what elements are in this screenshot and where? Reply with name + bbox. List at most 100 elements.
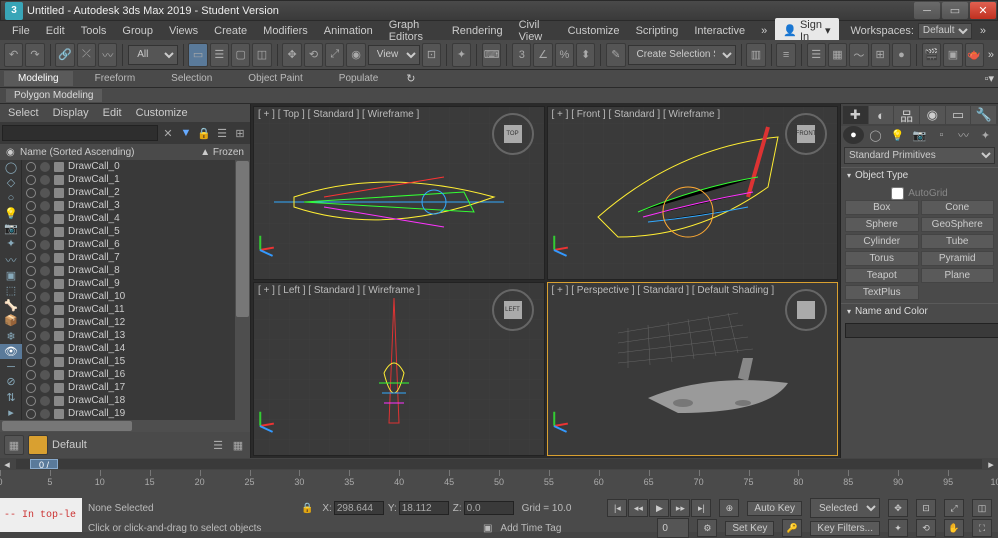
explorer-menu-edit[interactable]: Edit xyxy=(103,107,122,119)
key-target-select[interactable]: Selected xyxy=(810,498,880,518)
nav-icon-5[interactable]: ✦ xyxy=(888,519,908,537)
ribbon-tab-object-paint[interactable]: Object Paint xyxy=(234,71,316,86)
visibility-icon[interactable] xyxy=(26,357,36,367)
list-item[interactable]: DrawCall_15 xyxy=(22,355,250,368)
filter-group-icon[interactable]: ▣ xyxy=(0,268,22,283)
toggle-ribbon-button[interactable]: ▦ xyxy=(828,43,847,67)
create-tab[interactable]: ✚ xyxy=(843,106,868,124)
object-type-rollout-header[interactable]: Object Type xyxy=(841,167,998,183)
ribbon-tab-populate[interactable]: Populate xyxy=(325,71,392,86)
percent-snap-button[interactable]: % xyxy=(555,43,574,67)
list-item[interactable]: DrawCall_12 xyxy=(22,316,250,329)
frozen-icon[interactable] xyxy=(40,409,50,419)
create-tube-button[interactable]: Tube xyxy=(921,234,995,249)
prev-frame-button[interactable]: ◂◂ xyxy=(628,499,648,517)
create-cone-button[interactable]: Cone xyxy=(921,200,995,215)
visibility-icon[interactable] xyxy=(26,227,36,237)
explorer-columns[interactable]: ◉ Name (Sorted Ascending) ▲ Frozen xyxy=(0,144,250,160)
viewport-top[interactable]: [ + ] [ Top ] [ Standard ] [ Wireframe ]… xyxy=(253,106,545,280)
bind-spacewarp-button[interactable]: 〰 xyxy=(98,43,117,67)
frozen-icon[interactable] xyxy=(40,240,50,250)
key-filters-button[interactable]: Key Filters... xyxy=(810,521,880,536)
frozen-icon[interactable] xyxy=(40,227,50,237)
select-by-name-button[interactable]: ☰ xyxy=(210,43,229,67)
list-item[interactable]: DrawCall_10 xyxy=(22,290,250,303)
menu-create[interactable]: Create xyxy=(206,23,255,39)
menu-file[interactable]: File xyxy=(4,23,38,39)
menu-animation[interactable]: Animation xyxy=(316,23,381,39)
visibility-icon[interactable] xyxy=(26,279,36,289)
frozen-icon[interactable] xyxy=(40,214,50,224)
time-slider-thumb[interactable]: 0 / 100 xyxy=(30,459,58,469)
visibility-icon[interactable] xyxy=(26,409,36,419)
autogrid-checkbox[interactable] xyxy=(891,187,904,200)
auto-key-button[interactable]: Auto Key xyxy=(747,501,802,516)
filter-hidden-icon[interactable]: 👁 xyxy=(0,344,22,359)
maxscript-mini-listener[interactable]: -- In top-le xyxy=(0,498,82,532)
visibility-icon[interactable] xyxy=(26,201,36,211)
visibility-icon[interactable] xyxy=(26,292,36,302)
workspaces-select[interactable]: Default xyxy=(918,23,972,39)
frozen-icon[interactable] xyxy=(40,175,50,185)
menu-modifiers[interactable]: Modifiers xyxy=(255,23,316,39)
explorer-menu-customize[interactable]: Customize xyxy=(136,107,188,119)
redo-button[interactable]: ↷ xyxy=(25,43,44,67)
frozen-icon[interactable] xyxy=(40,344,50,354)
reference-coord-select[interactable]: View xyxy=(368,45,420,65)
visibility-icon[interactable] xyxy=(26,396,36,406)
time-slider-left-icon[interactable]: ◂ xyxy=(0,458,14,471)
select-rotate-button[interactable]: ⟲ xyxy=(304,43,323,67)
spacewarps-category-icon[interactable]: 〰 xyxy=(953,126,974,144)
visibility-icon[interactable] xyxy=(26,305,36,315)
explorer-scrollbar[interactable] xyxy=(235,160,250,420)
menu-views[interactable]: Views xyxy=(161,23,206,39)
select-object-button[interactable]: ▭ xyxy=(188,43,207,67)
y-coord-input[interactable] xyxy=(399,501,449,515)
helpers-category-icon[interactable]: ▫ xyxy=(931,126,952,144)
menu-tools[interactable]: Tools xyxy=(73,23,115,39)
rendered-frame-button[interactable]: ▣ xyxy=(943,43,962,67)
list-item[interactable]: DrawCall_5 xyxy=(22,225,250,238)
utilities-tab[interactable]: 🔧 xyxy=(971,106,996,124)
layer-props-icon[interactable]: ☰ xyxy=(210,437,226,453)
list-item[interactable]: DrawCall_13 xyxy=(22,329,250,342)
explorer-search-input[interactable] xyxy=(2,125,158,141)
render-button[interactable]: 🫖 xyxy=(965,43,984,67)
goto-start-button[interactable]: |◂ xyxy=(607,499,627,517)
visibility-icon[interactable] xyxy=(26,370,36,380)
frozen-icon[interactable] xyxy=(40,318,50,328)
nav-icon-8[interactable]: ⛶ xyxy=(972,519,992,537)
nav-icon-3[interactable]: ⤢ xyxy=(944,499,964,517)
viewport-perspective[interactable]: [ + ] [ Perspective ] [ Standard ] [ Def… xyxy=(547,282,839,456)
close-button[interactable]: ✕ xyxy=(970,2,996,19)
frozen-icon[interactable] xyxy=(40,292,50,302)
reset-icon[interactable]: ↻ xyxy=(406,72,415,85)
layer-add-icon[interactable]: ▦ xyxy=(230,437,246,453)
frozen-column-header[interactable]: ▲ Frozen xyxy=(200,147,244,158)
explorer-hscrollbar[interactable] xyxy=(0,420,250,432)
viewport-perspective-label[interactable]: [ + ] [ Perspective ] [ Standard ] [ Def… xyxy=(552,285,775,296)
ribbon-tab-selection[interactable]: Selection xyxy=(157,71,226,86)
schematic-view-button[interactable]: ⊞ xyxy=(871,43,890,67)
frozen-icon[interactable] xyxy=(40,253,50,263)
frozen-icon[interactable] xyxy=(40,383,50,393)
pivot-center-button[interactable]: ⊡ xyxy=(422,43,441,67)
snap-toggle-button[interactable]: 3 xyxy=(512,43,531,67)
visibility-icon[interactable] xyxy=(26,188,36,198)
nav-icon-2[interactable]: ⊡ xyxy=(916,499,936,517)
motion-tab[interactable]: ◉ xyxy=(920,106,945,124)
viewport-front[interactable]: [ + ] [ Front ] [ Standard ] [ Wireframe… xyxy=(547,106,839,280)
list-item[interactable]: DrawCall_2 xyxy=(22,186,250,199)
display-tab[interactable]: ▭ xyxy=(946,106,971,124)
select-move-button[interactable]: ✥ xyxy=(282,43,301,67)
align-button[interactable]: ≡ xyxy=(776,43,795,67)
time-ruler[interactable]: 0510152025303540455055606570758085909510… xyxy=(0,470,998,498)
next-frame-button[interactable]: ▸▸ xyxy=(670,499,690,517)
frozen-icon[interactable] xyxy=(40,188,50,198)
create-textplus-button[interactable]: TextPlus xyxy=(845,285,919,300)
spinner-snap-button[interactable]: ⬍ xyxy=(576,43,595,67)
select-scale-button[interactable]: ⤢ xyxy=(325,43,344,67)
frozen-icon[interactable] xyxy=(40,201,50,211)
list-item[interactable]: DrawCall_14 xyxy=(22,342,250,355)
view-tree-icon[interactable]: ⊞ xyxy=(232,125,248,141)
